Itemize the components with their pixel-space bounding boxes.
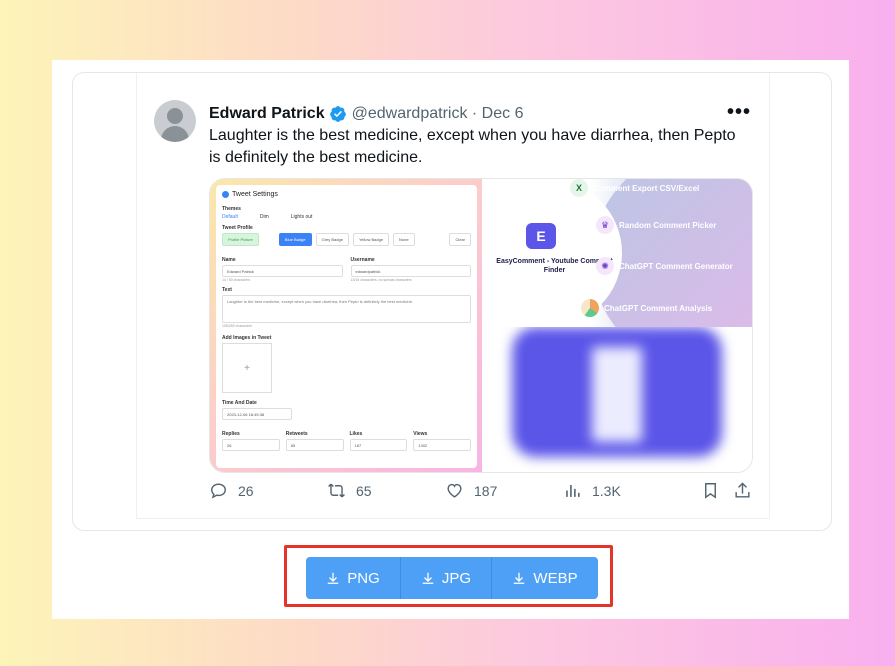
views-field: 1302 — [413, 439, 471, 451]
download-jpg-button[interactable]: JPG — [401, 557, 492, 599]
download-webp-button[interactable]: WEBP — [492, 557, 598, 599]
tweet-media[interactable]: Tweet Settings Themes Default Dim Lights… — [209, 178, 753, 473]
download-png-button[interactable]: PNG — [306, 557, 401, 599]
theme-lights-out: Lights out — [290, 214, 313, 220]
feature-export-label: Comment Export CSV/Excel — [593, 183, 700, 193]
download-png-label: PNG — [347, 569, 380, 587]
download-jpg-label: JPG — [441, 569, 472, 587]
author-handle-date[interactable]: @edwardpatrick · Dec 6 — [352, 105, 524, 123]
tweet-text: Laughter is the best medicine, except wh… — [209, 127, 736, 166]
feature-analysis: ChatGPT Comment Analysis — [581, 299, 712, 317]
profile-label: Tweet Profile — [222, 225, 253, 231]
reply-count: 26 — [238, 482, 254, 499]
settings-screenshot-image: Tweet Settings Themes Default Dim Lights… — [210, 179, 482, 472]
retweet-count: 65 — [356, 482, 372, 499]
bookmark-action[interactable] — [701, 481, 720, 500]
share-action[interactable] — [733, 481, 752, 500]
retweets-field: 65 — [285, 439, 344, 451]
download-icon — [514, 572, 525, 584]
add-image-plus-icon: + — [222, 343, 272, 393]
name-field: Edward Patrick — [222, 265, 343, 277]
main-panel: Edward Patrick @edwardpatrick · Dec 6 ••… — [52, 60, 849, 619]
bookmark-icon — [705, 483, 716, 499]
more-icon[interactable]: ••• — [727, 101, 751, 124]
author-name[interactable]: Edward Patrick — [209, 105, 325, 123]
share-icon — [735, 482, 750, 498]
like-action[interactable]: 187 — [445, 481, 497, 500]
text-label: Text — [222, 287, 232, 293]
feature-generator: ✺ ChatGPT Comment Generator — [596, 257, 733, 275]
like-count: 187 — [474, 482, 498, 499]
likes-label: Likes — [349, 431, 363, 437]
download-button-group: PNG JPG WEBP — [306, 557, 598, 599]
download-icon — [422, 572, 434, 584]
reply-icon — [211, 483, 226, 499]
badge-none: None — [393, 233, 415, 246]
reply-action[interactable]: 26 — [209, 481, 254, 500]
retweet-icon — [328, 483, 345, 498]
name-label: Name — [222, 257, 236, 263]
clear-chip: Clear — [449, 233, 471, 246]
views-count: 1.3K — [592, 482, 621, 499]
tweet-header: Edward Patrick @edwardpatrick · Dec 6 — [209, 103, 523, 125]
retweets-label: Retweets — [285, 431, 308, 437]
badge-grey: Grey Badge — [315, 233, 349, 246]
feature-export: X Comment Export CSV/Excel — [570, 179, 699, 197]
views-action[interactable]: 1.3K — [563, 481, 621, 500]
profile-picture-chip: Profile Picture — [222, 233, 259, 246]
time-label: Time And Date — [222, 400, 257, 406]
feature-analysis-label: ChatGPT Comment Analysis — [604, 303, 713, 313]
text-area: Laughter is the best medicine, except wh… — [222, 295, 471, 323]
themes-label: Themes — [222, 206, 241, 212]
username-label: Username — [350, 257, 375, 263]
avatar[interactable] — [154, 100, 196, 142]
tweet-actions: 26 65 187 1.3K — [209, 481, 757, 505]
username-hint: 13/15 characters, no special characters — [350, 278, 412, 282]
tweet-card: Edward Patrick @edwardpatrick · Dec 6 ••… — [72, 72, 832, 531]
download-icon — [327, 572, 339, 584]
tweet: Edward Patrick @edwardpatrick · Dec 6 ••… — [136, 73, 770, 519]
heart-icon — [447, 483, 462, 498]
theme-default: Default — [222, 214, 238, 220]
theme-dim: Dim — [259, 214, 269, 220]
images-label: Add Images in Tweet — [222, 335, 272, 341]
views-chart-icon — [566, 484, 580, 497]
replies-label: Replies — [222, 431, 240, 437]
views-label: Views — [413, 431, 428, 437]
feature-generator-label: ChatGPT Comment Generator — [619, 261, 733, 271]
replies-field: 26 — [222, 439, 280, 451]
time-field: 2023-12-06 18:45:38 — [222, 408, 292, 420]
trophy-icon: ♛ — [596, 216, 614, 234]
likes-field: 187 — [349, 439, 408, 451]
download-webp-label: WEBP — [533, 569, 578, 587]
verified-badge-icon — [329, 106, 346, 122]
check-icon — [222, 191, 229, 198]
settings-title: Tweet Settings — [232, 191, 278, 198]
feature-picker: ♛ Random Comment Picker — [596, 216, 716, 234]
feature-picker-label: Random Comment Picker — [619, 220, 717, 230]
pie-chart-icon — [581, 299, 599, 317]
name-hint: 14 / 50 characters — [222, 278, 251, 282]
easycomment-promo-image: E EasyComment - Youtube Comment Finder X… — [482, 179, 752, 369]
username-field: edwardpatrick — [350, 265, 471, 277]
blurred-logo-image — [482, 327, 752, 472]
text-hint: 105/280 characters — [222, 324, 252, 328]
badge-blue: Blue Badge — [278, 233, 312, 246]
openai-icon: ✺ — [596, 257, 614, 275]
retweet-action[interactable]: 65 — [327, 481, 372, 500]
excel-icon: X — [570, 179, 588, 197]
badge-yellow: Yellow Badge — [352, 233, 390, 246]
easycomment-logo: E — [526, 223, 556, 249]
